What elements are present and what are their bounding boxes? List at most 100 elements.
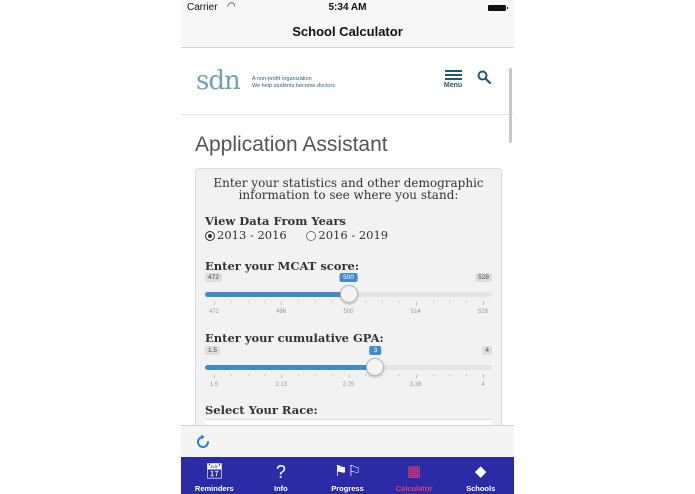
gpa-value-label: 3	[369, 346, 382, 355]
slider-tick-label: 1.5	[209, 382, 219, 388]
form-intro: Enter your statistics and other demograp…	[213, 176, 484, 202]
slider-minor-tick	[281, 374, 283, 376]
menu-button[interactable]: Menu	[440, 68, 466, 89]
slider-minor-tick	[432, 374, 434, 376]
question-icon: ?	[275, 462, 286, 482]
hamburger-icon	[444, 70, 462, 72]
years-label: View Data From Years	[205, 214, 346, 228]
menu-label: Menu	[443, 82, 463, 89]
mcat-slider[interactable]: 472 528 500 472 486 500 514 528	[205, 273, 492, 333]
slider-tick-label: 4	[481, 382, 485, 388]
site-header: sdn A non-profit organization We help st…	[181, 48, 514, 143]
slider-tick	[483, 374, 484, 378]
radio-selected-icon[interactable]	[205, 231, 215, 241]
slider-minor-tick	[214, 374, 215, 376]
battery-icon	[488, 5, 508, 11]
search-icon	[477, 70, 492, 85]
tab-schools-label: Schools	[466, 484, 496, 493]
tab-progress-label: Progress	[331, 484, 364, 493]
radio-unselected-icon[interactable]	[306, 231, 317, 241]
slider-minor-tick	[449, 374, 451, 376]
tab-reminders[interactable]: 📅︎ Reminders	[181, 457, 248, 494]
slider-tick-label: 2.13	[275, 382, 288, 388]
mcat-value-label: 500	[339, 273, 358, 282]
web-content[interactable]: sdn A non-profit organization We help st…	[181, 48, 514, 425]
slider-minor-tick	[415, 301, 417, 303]
tab-info[interactable]: ? Info	[248, 457, 315, 494]
calculator-icon: ▦	[406, 463, 422, 480]
slider-tick-label: 3.38	[409, 382, 422, 388]
years-option-2-label: 2016 - 2019	[318, 228, 389, 242]
search-button[interactable]	[477, 70, 492, 85]
bottom-toolbar	[181, 425, 514, 458]
gpa-max-label: 4	[482, 346, 492, 355]
slider-tick-label: 472	[208, 309, 220, 315]
tab-calculator[interactable]: ▦ Calculator	[381, 457, 448, 494]
slider-minor-tick	[314, 301, 316, 303]
gpa-slider[interactable]: 1.5 4 3 1.5 2.13 2.75 3.38 4	[205, 346, 492, 406]
slider-minor-tick	[281, 301, 283, 303]
slider-minor-tick	[331, 301, 333, 303]
mcat-min-label: 472	[205, 273, 222, 282]
hamburger-icon-bar	[444, 78, 462, 80]
tagline-line-1: A non-profit organization	[252, 76, 312, 82]
tab-bar: 📅︎ Reminders ? Info ⚑⚐ Progress ▦ Calcul…	[181, 457, 514, 494]
tab-calculator-label: Calculator	[395, 484, 433, 493]
slider-minor-tick	[365, 374, 367, 376]
slider-minor-tick	[264, 374, 266, 376]
slider-minor-tick	[466, 301, 468, 303]
mcat-max-label: 528	[475, 273, 492, 282]
slider-minor-tick	[230, 301, 232, 303]
slider-minor-tick	[398, 301, 400, 303]
gpa-min-label: 1.5	[205, 346, 221, 355]
flags-icon: ⚑⚐	[334, 463, 361, 480]
slider-tick-label: 500	[343, 309, 354, 315]
tagline-line-2: We help students become doctors	[252, 83, 336, 89]
slider-tick	[483, 301, 484, 305]
slider-minor-tick	[214, 301, 215, 303]
slider-minor-tick	[331, 374, 333, 376]
slider-minor-tick	[348, 374, 350, 376]
years-option-1[interactable]: 2013 - 2016	[205, 228, 306, 242]
slider-minor-tick	[449, 301, 451, 303]
tab-progress[interactable]: ⚑⚐ Progress	[314, 457, 381, 494]
phone-screen: Carrier ◠ 5:34 AM School Calculator sdn …	[181, 0, 514, 494]
race-label: Select Your Race:	[205, 403, 318, 417]
slider-minor-tick	[382, 374, 384, 376]
slider-minor-tick	[348, 301, 350, 303]
web-scrollbar[interactable]	[509, 68, 512, 143]
graduation-cap-icon: ◆	[474, 463, 487, 480]
tab-info-label: Info	[274, 484, 288, 493]
years-option-2[interactable]: 2016 - 2019	[306, 228, 404, 242]
slider-minor-tick	[365, 301, 367, 303]
slider-minor-tick	[230, 374, 232, 376]
slider-minor-tick	[314, 374, 316, 376]
slider-minor-tick	[247, 374, 249, 376]
sdn-logo[interactable]: sdn	[196, 66, 241, 96]
slider-tick-label: 2.75	[342, 382, 355, 388]
calculator-form: Enter your statistics and other demograp…	[195, 168, 502, 425]
sdn-logo-text: sdn	[196, 66, 241, 96]
slider-tick-label: 528	[477, 309, 489, 315]
slider-minor-tick	[415, 374, 417, 376]
gpa-slider-fill	[205, 365, 376, 370]
hamburger-icon-bar	[444, 74, 462, 76]
refresh-button[interactable]	[194, 433, 212, 451]
slider-minor-tick	[298, 374, 300, 376]
calendar-icon: 📅︎	[204, 463, 224, 480]
tab-schools[interactable]: ◆ Schools	[447, 457, 514, 494]
slider-minor-tick	[382, 301, 384, 303]
slider-minor-tick	[264, 301, 266, 303]
slider-minor-tick	[466, 374, 468, 376]
slider-minor-tick	[398, 374, 400, 376]
navigation-bar: School Calculator	[181, 16, 514, 48]
slider-minor-tick	[247, 301, 249, 303]
slider-minor-tick	[298, 301, 300, 303]
slider-tick-label: 486	[276, 309, 287, 315]
gpa-label: Enter your cumulative GPA:	[205, 331, 384, 345]
tab-reminders-label: Reminders	[194, 484, 234, 493]
page-title: Application Assistant	[195, 133, 388, 157]
refresh-icon	[197, 434, 209, 448]
mcat-label: Enter your MCAT score:	[205, 259, 360, 273]
nav-title: School Calculator	[292, 24, 403, 39]
